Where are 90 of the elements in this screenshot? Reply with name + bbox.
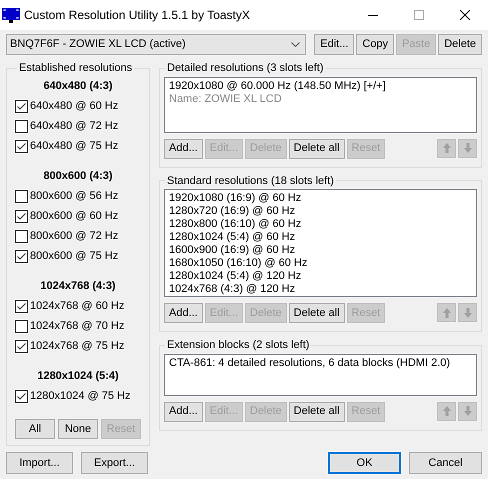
- device-dropdown[interactable]: BNQ7F6F - ZOWIE XL LCD (active): [6, 34, 306, 55]
- checkbox[interactable]: [15, 140, 28, 153]
- checkmark-icon: [17, 393, 26, 400]
- list-action-button[interactable]: Add...: [164, 402, 203, 422]
- resolution-label: 640x480 @ 60 Hz: [30, 99, 118, 114]
- resolution-label: 800x600 @ 72 Hz: [30, 229, 118, 244]
- list-item[interactable]: CTA-861: 4 detailed resolutions, 6 data blocks (HDMI 2.0): [169, 356, 472, 370]
- checkmark-icon: [17, 253, 26, 260]
- window-title: Custom Resolution Utility 1.5.1 by ToastyX: [24, 7, 250, 24]
- checkmark-icon: [17, 343, 26, 350]
- resolution-checkbox[interactable]: 640x480 @ 60 Hz: [15, 96, 141, 116]
- down-arrow-icon: [464, 406, 472, 416]
- list-item[interactable]: 1280x1024 (5:4) @ 120 Hz: [169, 270, 472, 283]
- resolution-label: 1024x768 @ 60 Hz: [30, 299, 124, 314]
- list-action-button[interactable]: Add...: [164, 303, 203, 323]
- down-arrow-icon: [464, 308, 472, 318]
- group-title: Extension blocks (2 slots left): [166, 338, 310, 353]
- resolution-checkbox[interactable]: 1024x768 @ 70 Hz: [15, 316, 141, 336]
- checkbox[interactable]: [15, 230, 28, 243]
- checkmark-icon: [17, 303, 26, 310]
- resolution-label: 800x600 @ 75 Hz: [30, 249, 118, 264]
- checkbox[interactable]: [15, 390, 28, 403]
- toolbar-button[interactable]: Delete: [438, 34, 482, 55]
- close-icon: [460, 10, 470, 20]
- resolution-list[interactable]: CTA-861: 4 detailed resolutions, 6 data blocks (HDMI 2.0): [164, 354, 477, 396]
- resolution-label: 1280x1024 @ 75 Hz: [30, 389, 130, 404]
- resolution-checkbox[interactable]: 1024x768 @ 75 Hz: [15, 336, 141, 356]
- selection-button[interactable]: None: [58, 419, 98, 439]
- resolution-label: 800x600 @ 56 Hz: [30, 189, 118, 204]
- toolbar-button[interactable]: Copy: [356, 34, 394, 55]
- resolution-checkbox[interactable]: 640x480 @ 72 Hz: [15, 116, 141, 136]
- list-item[interactable]: 1680x1050 (16:10) @ 60 Hz: [169, 257, 472, 270]
- checkbox[interactable]: [15, 120, 28, 133]
- list-note: Name: ZOWIE XL LCD: [169, 92, 283, 106]
- footer-button[interactable]: OK: [328, 452, 401, 474]
- checkbox[interactable]: [15, 100, 28, 113]
- resolution-label: 1024x768 @ 70 Hz: [30, 319, 124, 334]
- group-title: Detailed resolutions (3 slots left): [166, 61, 325, 76]
- group-heading: 640x480 (4:3): [42, 79, 114, 94]
- resolution-checkbox[interactable]: 1024x768 @ 60 Hz: [15, 296, 141, 316]
- list-item[interactable]: 1024x768 (4:3) @ 120 Hz: [169, 283, 472, 296]
- checkmark-icon: [17, 103, 26, 110]
- resolution-label: 800x600 @ 60 Hz: [30, 209, 118, 224]
- checkmark-icon: [17, 143, 26, 150]
- maximize-icon: [414, 10, 424, 20]
- group-title: Standard resolutions (18 slots left): [166, 174, 335, 188]
- resolution-checkbox[interactable]: 1280x1024 @ 75 Hz: [15, 386, 141, 406]
- up-arrow-icon: [442, 308, 450, 318]
- group-heading: 800x600 (4:3): [42, 169, 114, 184]
- list-action-button[interactable]: Delete all: [288, 303, 345, 323]
- footer-button[interactable]: Cancel: [409, 452, 482, 474]
- resolution-checkbox[interactable]: 640x480 @ 75 Hz: [15, 136, 141, 156]
- down-arrow-icon: [464, 143, 472, 153]
- resolution-checkbox[interactable]: 800x600 @ 75 Hz: [15, 246, 141, 266]
- checkbox[interactable]: [15, 320, 28, 333]
- checkmark-icon: [17, 213, 26, 220]
- footer-button[interactable]: Import...: [6, 452, 73, 474]
- checkbox[interactable]: [15, 250, 28, 263]
- list-item[interactable]: 1280x800 (16:10) @ 60 Hz: [169, 218, 472, 231]
- list-item[interactable]: 1920x1080 @ 60.000 Hz (148.50 MHz) [+/+]: [169, 80, 472, 92]
- resolution-label: 1024x768 @ 75 Hz: [30, 339, 124, 354]
- up-arrow-icon: [442, 406, 450, 416]
- resolution-label: 640x480 @ 72 Hz: [30, 119, 118, 134]
- resolution-list[interactable]: 1920x1080 @ 60.000 Hz (148.50 MHz) [+/+] Name: ZOWIE XL LCD: [164, 76, 477, 132]
- checkbox[interactable]: [15, 300, 28, 313]
- resolution-checkbox[interactable]: 800x600 @ 72 Hz: [15, 226, 141, 246]
- chevron-down-icon: [291, 42, 300, 47]
- resolution-list[interactable]: 1920x1080 (16:9) @ 60 Hz 1280x720 (16:9) @ 60 Hz 1280x800 (16:10) @ 60 Hz 1280x1024 (5:4) @ 60 Hz 1600x900 (16:9) @ 60 Hz 1680x1050 (16:10) @ 60 Hz 1280x1024 (5:4) @ 120 Hz 1024x768 (4:3) @ 120 Hz: [164, 189, 477, 297]
- list-item[interactable]: 1280x1024 (5:4) @ 60 Hz: [169, 231, 472, 244]
- footer-button[interactable]: Export...: [81, 452, 148, 474]
- list-item[interactable]: 1280x720 (16:9) @ 60 Hz: [169, 205, 472, 218]
- resolution-label: 640x480 @ 75 Hz: [30, 139, 118, 154]
- list-action-button[interactable]: Delete all: [288, 402, 345, 422]
- toolbar-button[interactable]: Edit...: [314, 34, 354, 55]
- list-action-button[interactable]: Delete all: [288, 138, 345, 158]
- minimize-icon: [368, 14, 378, 16]
- resolution-checkbox[interactable]: 800x600 @ 56 Hz: [15, 186, 141, 206]
- device-name: BNQ7F6F - ZOWIE XL LCD (active): [10, 37, 186, 52]
- up-arrow-icon: [442, 143, 450, 153]
- group-heading: 1280x1024 (5:4): [36, 369, 120, 384]
- resolution-checkbox[interactable]: 800x600 @ 60 Hz: [15, 206, 141, 226]
- group-title: Established resolutions: [18, 61, 134, 76]
- selection-button[interactable]: All: [15, 419, 55, 439]
- list-item[interactable]: 1920x1080 (16:9) @ 60 Hz: [169, 192, 472, 205]
- checkbox[interactable]: [15, 190, 28, 203]
- checkbox[interactable]: [15, 340, 28, 353]
- list-action-button[interactable]: Add...: [164, 138, 203, 158]
- list-item[interactable]: 1600x900 (16:9) @ 60 Hz: [169, 244, 472, 257]
- checkbox[interactable]: [15, 210, 28, 223]
- group-heading: 1024x768 (4:3): [39, 279, 117, 294]
